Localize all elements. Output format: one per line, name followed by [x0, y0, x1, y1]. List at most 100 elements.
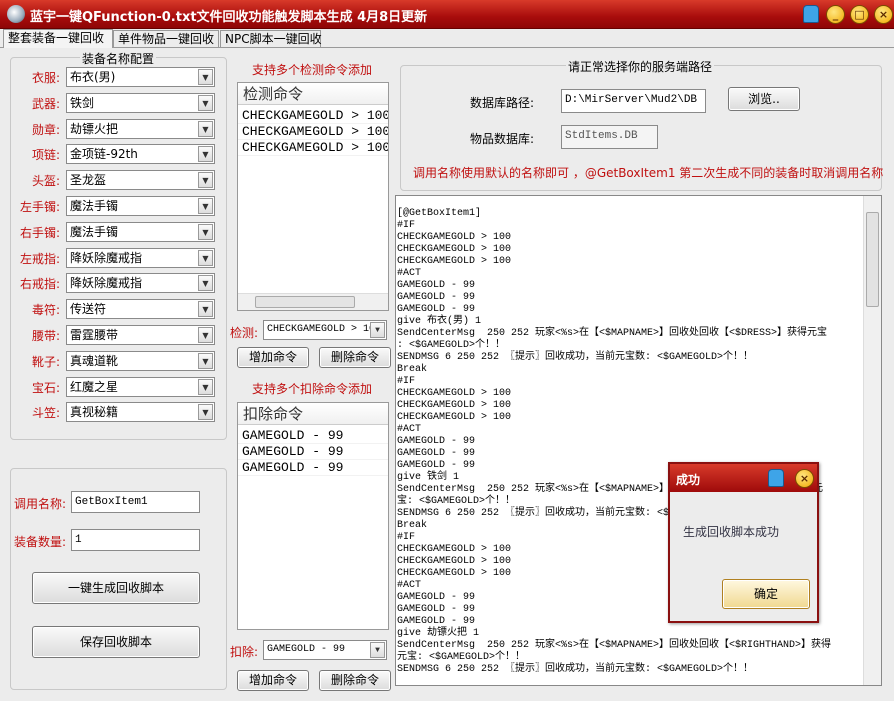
equip-value: 雷霆腰带: [70, 328, 118, 342]
script-scrollbar[interactable]: [863, 196, 881, 685]
tab-single-item-recycle[interactable]: 单件物品一键回收: [113, 30, 219, 47]
list-item[interactable]: CHECKGAMEGOLD > 100: [238, 108, 388, 124]
save-script-button[interactable]: 保存回收脚本: [32, 626, 200, 658]
chevron-down-icon[interactable]: ▼: [198, 301, 213, 317]
equip-combo[interactable]: 劫镖火把 ▼: [66, 119, 215, 139]
equip-combo[interactable]: 铁剑▼: [66, 93, 215, 113]
equip-count-input[interactable]: 1: [71, 529, 200, 551]
generate-script-button[interactable]: 一键生成回收脚本: [32, 572, 200, 604]
chevron-down-icon[interactable]: ▼: [198, 250, 213, 266]
chevron-down-icon[interactable]: ▼: [198, 95, 213, 111]
delete-check-button[interactable]: 删除命令: [319, 347, 391, 368]
chevron-down-icon[interactable]: ▼: [198, 327, 213, 343]
maximize-button[interactable]: □: [850, 5, 869, 24]
deduct-label: 扣除:: [230, 643, 258, 660]
add-deduct-button[interactable]: 增加命令: [237, 670, 309, 691]
chevron-down-icon[interactable]: ▼: [198, 353, 213, 369]
equip-combo[interactable]: 魔法手镯 ▼: [66, 196, 215, 216]
equip-combo[interactable]: 真魂道靴 ▼: [66, 351, 215, 371]
chevron-down-icon[interactable]: ▼: [198, 275, 213, 291]
equip-combo[interactable]: 降妖除魔戒指▼: [66, 273, 215, 293]
equip-combo[interactable]: 魔法手镯 ▼: [66, 222, 215, 242]
check-list-scrollbar[interactable]: [238, 293, 388, 310]
skin-icon[interactable]: [768, 469, 784, 487]
list-item[interactable]: GAMEGOLD - 99: [238, 444, 388, 460]
scroll-thumb[interactable]: [255, 296, 355, 308]
call-name-input[interactable]: GetBoxItem1: [71, 491, 200, 513]
chevron-down-icon[interactable]: ▼: [198, 146, 213, 162]
list-item[interactable]: CHECKGAMEGOLD > 100: [238, 124, 388, 140]
list-item[interactable]: CHECKGAMEGOLD > 100: [238, 140, 388, 156]
chevron-down-icon[interactable]: ▼: [370, 642, 385, 658]
deduct-command-list[interactable]: 扣除命令 GAMEGOLD - 99GAMEGOLD - 99GAMEGOLD …: [237, 402, 389, 630]
tab-full-set-recycle[interactable]: 整套装备一键回收: [3, 29, 113, 48]
minimize-button[interactable]: _: [826, 5, 845, 24]
equip-label: 右手镯:: [4, 224, 60, 241]
equip-value: 劫镖火把: [70, 122, 118, 136]
equip-label: 衣服:: [4, 69, 60, 86]
list-item[interactable]: GAMEGOLD - 99: [238, 460, 388, 476]
equip-combo[interactable]: 布衣(男) ▼: [66, 67, 215, 87]
dialog-close-button[interactable]: ×: [795, 469, 814, 488]
chevron-down-icon[interactable]: ▼: [198, 404, 213, 420]
check-command-list[interactable]: 检测命令 CHECKGAMEGOLD > 100CHECKGAMEGOLD > …: [237, 82, 389, 311]
equip-value: 真视秘籍: [70, 405, 118, 419]
chevron-down-icon[interactable]: ▼: [198, 379, 213, 395]
chevron-down-icon[interactable]: ▼: [370, 322, 385, 338]
equip-combo[interactable]: 红魔之星▼: [66, 377, 215, 397]
success-dialog: 成功 × 生成回收脚本成功 确定: [668, 462, 819, 623]
equip-count-label: 装备数量:: [14, 533, 66, 550]
item-db-label: 物品数据库:: [470, 130, 534, 147]
equip-combo[interactable]: 圣龙盔 ▼: [66, 170, 215, 190]
equip-label: 腰带:: [4, 327, 60, 344]
db-path-input[interactable]: D:\MirServer\Mud2\DB: [561, 89, 706, 113]
scroll-thumb[interactable]: [866, 212, 879, 307]
tab-npc-script-recycle[interactable]: NPC脚本一键回收: [220, 30, 321, 47]
deduct-items: GAMEGOLD - 99GAMEGOLD - 99GAMEGOLD - 99: [238, 425, 388, 476]
server-group-title: 请正常选择你的服务端路径: [566, 58, 714, 75]
equip-value: 魔法手镯: [70, 199, 118, 213]
equip-value: 真魂道靴: [70, 354, 118, 368]
list-item[interactable]: GAMEGOLD - 99: [238, 428, 388, 444]
equip-combo[interactable]: 降妖除魔戒指 ▼: [66, 248, 215, 268]
delete-deduct-button[interactable]: 删除命令: [319, 670, 391, 691]
equip-combo[interactable]: 雷霆腰带 ▼: [66, 325, 215, 345]
window-title: 蓝宇一键QFunction-0.txt文件回收功能触发脚本生成 4月8日更新: [30, 6, 427, 25]
item-db-input[interactable]: StdItems.DB: [561, 125, 658, 149]
add-check-button[interactable]: 增加命令: [237, 347, 309, 368]
equip-label: 武器:: [4, 95, 60, 112]
equip-combo[interactable]: 真视秘籍 ▼: [66, 402, 215, 422]
equip-label: 右戒指:: [4, 275, 60, 292]
server-note: 调用名称使用默认的名称即可 ，@GetBoxItem1 第二次生成不同的装备时取…: [413, 164, 883, 181]
equip-group-title: 装备名称配置: [80, 50, 156, 67]
db-path-label: 数据库路径:: [470, 94, 534, 111]
close-button[interactable]: ×: [874, 5, 893, 24]
deduct-list-header: 扣除命令: [238, 403, 388, 425]
equip-value: 布衣(男): [70, 70, 115, 84]
chevron-down-icon[interactable]: ▼: [198, 198, 213, 214]
dialog-title: 成功: [676, 471, 700, 488]
deduct-hint: 支持多个扣除命令添加: [252, 380, 372, 397]
chevron-down-icon[interactable]: ▼: [198, 172, 213, 188]
title-bar: 蓝宇一键QFunction-0.txt文件回收功能触发脚本生成 4月8日更新 _…: [0, 0, 894, 29]
equip-value: 金项链-92th: [70, 147, 138, 161]
equip-combo[interactable]: 传送符▼: [66, 299, 215, 319]
deduct-combo-value: GAMEGOLD - 99: [267, 644, 345, 655]
chevron-down-icon[interactable]: ▼: [198, 121, 213, 137]
deduct-command-combo[interactable]: GAMEGOLD - 99 ▼: [263, 640, 387, 660]
equip-value: 魔法手镯: [70, 225, 118, 239]
equip-value: 降妖除魔戒指: [70, 251, 142, 265]
equip-value: 圣龙盔: [70, 173, 106, 187]
chevron-down-icon[interactable]: ▼: [198, 224, 213, 240]
check-command-combo[interactable]: CHECKGAMEGOLD > 100▼: [263, 320, 387, 340]
equip-label: 毒符:: [4, 301, 60, 318]
skin-icon[interactable]: [803, 5, 819, 23]
check-hint: 支持多个检测命令添加: [252, 61, 372, 78]
chevron-down-icon[interactable]: ▼: [198, 69, 213, 85]
dialog-ok-button[interactable]: 确定: [722, 579, 810, 609]
tab-divider: [0, 47, 894, 48]
dialog-title-bar: 成功 ×: [670, 464, 817, 492]
equip-combo[interactable]: 金项链-92th ▼: [66, 144, 215, 164]
check-items: CHECKGAMEGOLD > 100CHECKGAMEGOLD > 100CH…: [238, 105, 388, 156]
browse-button[interactable]: 浏览..: [728, 87, 800, 111]
